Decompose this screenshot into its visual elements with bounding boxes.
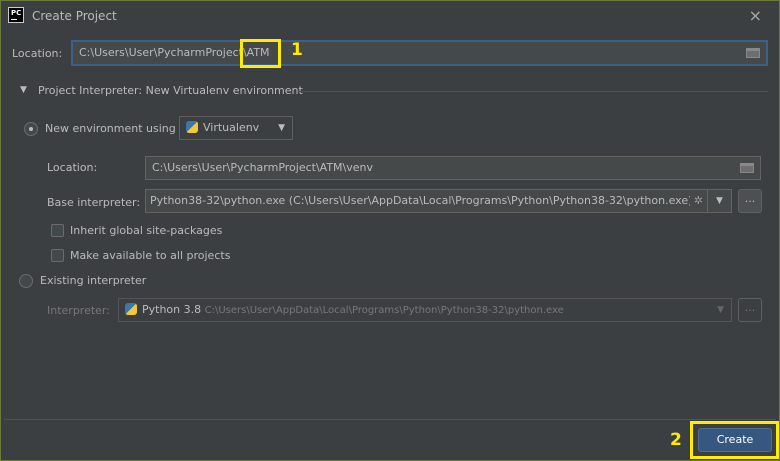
location-value: C:\Users\User\PycharmProject\ <box>79 46 247 59</box>
section-title: Project Interpreter: New Virtualenv envi… <box>38 84 303 97</box>
chevron-down-icon: ▼ <box>717 305 724 315</box>
existing-interpreter-label: Existing interpreter <box>40 274 147 287</box>
new-environment-radio[interactable] <box>24 122 38 136</box>
make-available-label: Make available to all projects <box>70 249 231 262</box>
collapse-triangle-icon[interactable]: ▼ <box>20 85 27 95</box>
interpreter-name: Python 3.8 <box>142 303 202 316</box>
environment-tool-dropdown[interactable]: Virtualenv ▼ <box>179 116 293 140</box>
existing-interpreter-browse-button[interactable]: ... <box>738 298 762 322</box>
annotation-box-2 <box>690 421 779 459</box>
python-icon <box>125 303 137 315</box>
folder-icon[interactable] <box>746 48 760 58</box>
annotation-number-2: 2 <box>670 430 682 450</box>
footer-divider <box>4 419 776 420</box>
inherit-packages-label: Inherit global site-packages <box>70 224 223 237</box>
interpreter-label: Interpreter: <box>47 304 110 317</box>
interpreter-path: C:\Users\User\AppData\Local\Programs\Pyt… <box>204 305 564 316</box>
title-bar: PC Create Project × <box>0 0 780 32</box>
venv-location-value: C:\Users\User\PycharmProject\ATM\venv <box>152 161 374 174</box>
section-divider <box>298 91 768 92</box>
chevron-down-icon: ▼ <box>278 123 285 133</box>
folder-icon[interactable] <box>740 163 754 173</box>
location-label: Location: <box>12 47 63 60</box>
inherit-packages-checkbox[interactable] <box>51 224 64 237</box>
close-icon[interactable]: × <box>749 6 762 25</box>
annotation-number-1: 1 <box>291 40 303 60</box>
venv-location-input[interactable]: C:\Users\User\PycharmProject\ATM\venv <box>145 156 761 180</box>
location-input[interactable]: C:\Users\User\PycharmProject\ATM <box>71 40 768 66</box>
chevron-down-icon: ▼ <box>707 190 731 212</box>
window-title: Create Project <box>32 9 117 23</box>
existing-interpreter-dropdown[interactable]: Python 3.8 C:\Users\User\AppData\Local\P… <box>118 298 732 322</box>
make-available-checkbox[interactable] <box>51 249 64 262</box>
base-interpreter-browse-button[interactable]: ... <box>738 189 762 213</box>
base-interpreter-value: Python38-32\python.exe (C:\Users\User\Ap… <box>150 194 693 207</box>
environment-tool-value: Virtualenv <box>203 121 260 134</box>
base-interpreter-dropdown[interactable]: Python38-32\python.exe (C:\Users\User\Ap… <box>145 189 732 213</box>
pycharm-logo-icon: PC <box>8 7 24 23</box>
existing-interpreter-radio[interactable] <box>19 274 33 288</box>
base-interpreter-label: Base interpreter: <box>47 196 141 209</box>
new-environment-label: New environment using <box>45 122 176 135</box>
loading-spinner-icon: ✲ <box>689 190 703 212</box>
annotation-box-1 <box>240 39 281 68</box>
python-icon <box>186 121 198 133</box>
venv-location-label: Location: <box>47 161 98 174</box>
